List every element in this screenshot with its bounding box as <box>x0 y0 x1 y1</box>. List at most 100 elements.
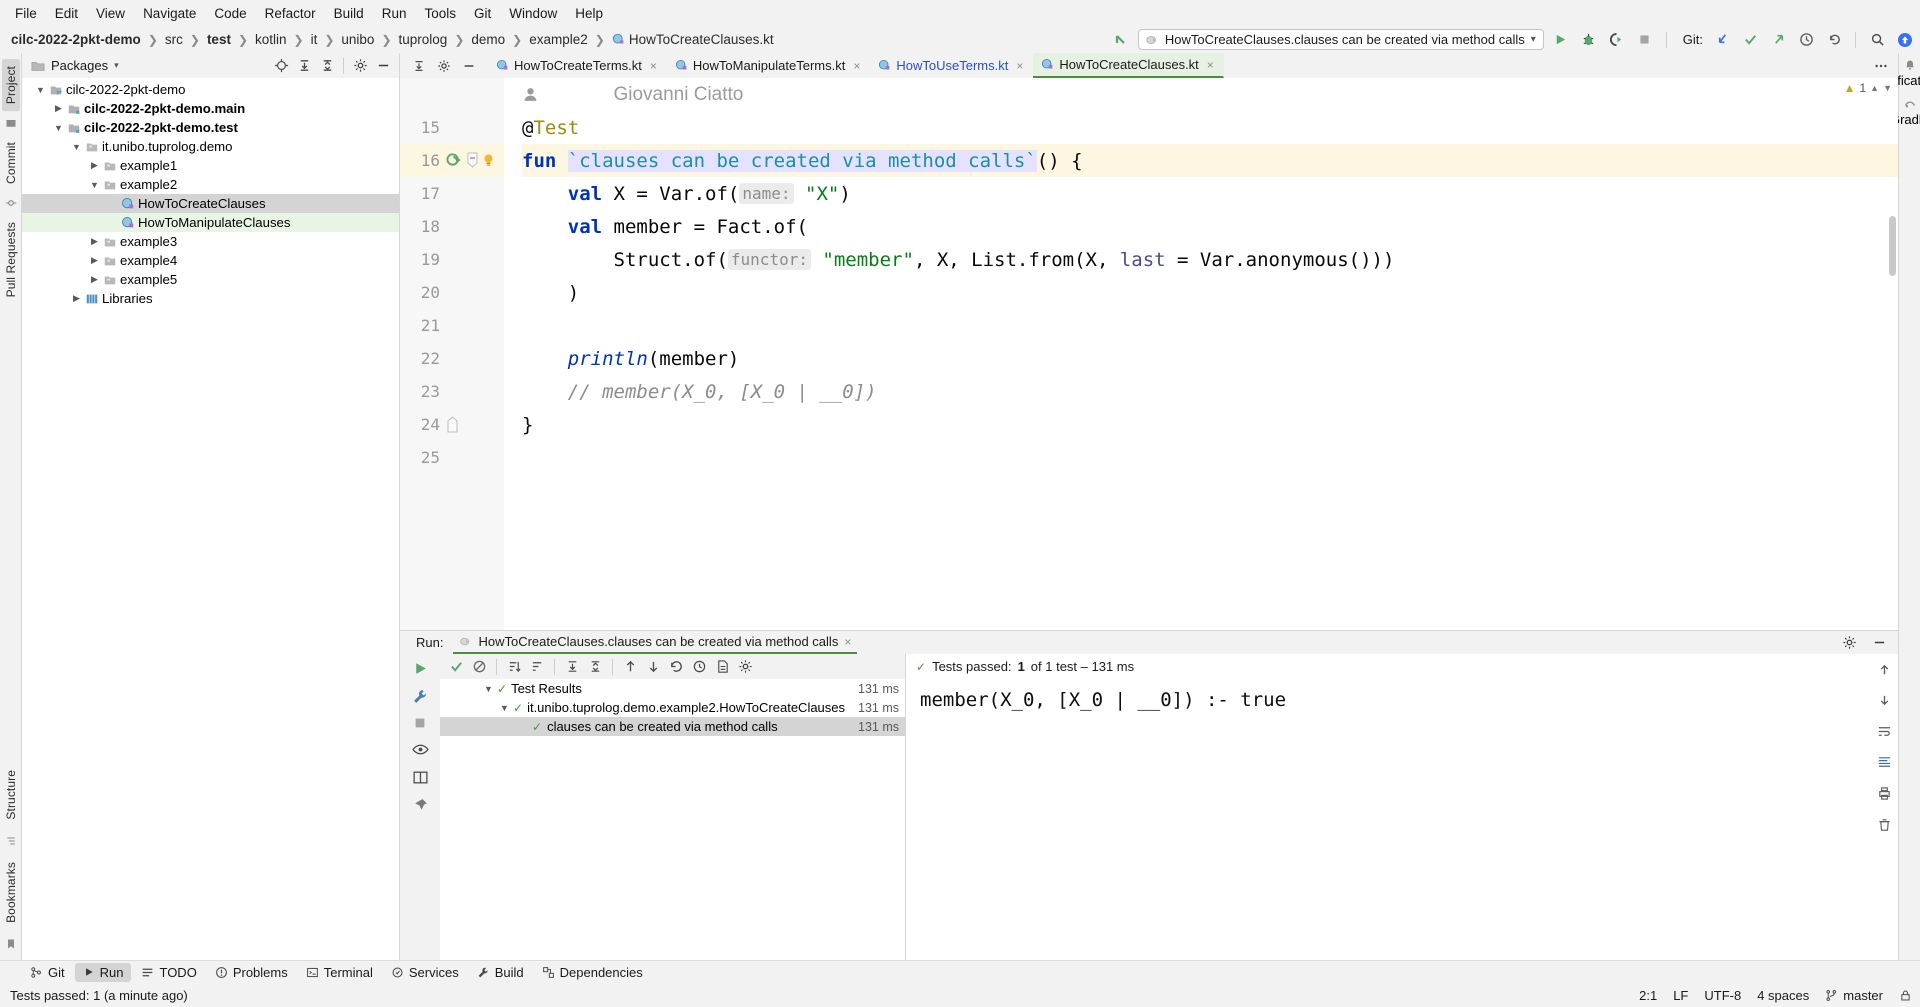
breadcrumb-item-it[interactable]: it <box>308 31 321 48</box>
chevron-down-icon[interactable]: ▼ <box>34 85 47 95</box>
tool-button-git[interactable]: Git <box>22 963 73 982</box>
hide-icon[interactable] <box>372 55 394 76</box>
notifications-icon[interactable] <box>1904 59 1916 71</box>
sidebar-item-pull-requests[interactable]: Pull Requests <box>2 215 20 304</box>
run-with-coverage-button[interactable] <box>1606 29 1628 50</box>
scroll-to-end-icon[interactable] <box>1877 755 1892 770</box>
menu-item-tools[interactable]: Tools <box>415 3 465 24</box>
tree-row[interactable]: ▶ example1 <box>22 156 399 175</box>
clear-all-icon[interactable] <box>1877 817 1892 832</box>
history-icon[interactable] <box>1795 29 1817 50</box>
test-row-results[interactable]: ▼ ✓ Test Results 131 ms <box>440 679 905 698</box>
soft-wrap-icon[interactable] <box>1877 724 1892 739</box>
editor-scrollbar[interactable] <box>1886 78 1898 630</box>
tree-row[interactable]: ▼ it.unibo.tuprolog.demo <box>22 137 399 156</box>
tool-button-terminal[interactable]: Terminal <box>298 963 381 982</box>
menu-item-build[interactable]: Build <box>325 3 373 24</box>
tree-row[interactable]: ▶ cilc-2022-2pkt-demo.main <box>22 99 399 118</box>
back-arrow-icon[interactable] <box>1110 29 1132 50</box>
bulb-icon[interactable] <box>482 153 495 168</box>
file-encoding[interactable]: UTF-8 <box>1704 988 1741 1003</box>
close-icon[interactable]: × <box>853 59 860 73</box>
chevron-up-icon[interactable]: ▲ <box>1870 83 1879 93</box>
stop-icon[interactable] <box>413 716 427 730</box>
menu-item-code[interactable]: Code <box>205 3 255 24</box>
fold-end-icon[interactable] <box>446 416 459 433</box>
expand-all-icon[interactable] <box>562 657 582 676</box>
chevron-right-icon[interactable]: ▶ <box>70 293 83 304</box>
breadcrumb-item-src[interactable]: src <box>162 31 186 48</box>
tree-row[interactable]: ▼ cilc-2022-2pkt-demo <box>22 80 399 99</box>
fold-icon[interactable] <box>466 152 479 169</box>
chevron-right-icon[interactable]: ▶ <box>88 274 101 285</box>
editor-scrollbar-thumb[interactable] <box>1889 216 1896 276</box>
tree-row[interactable]: ▶ example3 <box>22 232 399 251</box>
rerun-icon[interactable] <box>412 660 429 677</box>
history-icon[interactable] <box>689 657 709 676</box>
breadcrumb-item-unibo[interactable]: unibo <box>338 31 377 48</box>
sidebar-item-project[interactable]: Project <box>1 59 20 112</box>
rerun-failed-icon[interactable] <box>666 657 686 676</box>
chevron-down-icon[interactable]: ▼ <box>482 684 495 694</box>
menu-item-file[interactable]: File <box>6 3 46 24</box>
menu-item-git[interactable]: Git <box>465 3 500 24</box>
inspection-widget[interactable]: ▲ 1 ▲ ▼ <box>1844 81 1892 95</box>
menu-item-help[interactable]: Help <box>566 3 612 24</box>
tool-button-dependencies[interactable]: Dependencies <box>534 963 651 982</box>
sidebar-item-bookmarks[interactable]: Bookmarks <box>2 855 20 930</box>
breadcrumb-item-demo[interactable]: demo <box>468 31 508 48</box>
close-icon[interactable]: × <box>844 635 851 649</box>
sidebar-item-structure[interactable]: Structure <box>2 763 20 827</box>
commit-icon[interactable] <box>1739 29 1761 50</box>
chevron-down-icon[interactable]: ▼ <box>70 142 83 152</box>
settings-icon[interactable] <box>1838 632 1860 653</box>
menu-item-view[interactable]: View <box>87 3 134 24</box>
next-test-icon[interactable] <box>643 657 663 676</box>
chevron-down-icon[interactable]: ▾ <box>114 60 119 71</box>
prev-test-icon[interactable] <box>620 657 640 676</box>
run-button[interactable] <box>1550 29 1572 50</box>
wrench-icon[interactable] <box>412 688 429 705</box>
export-icon[interactable] <box>712 657 732 676</box>
run-test-gutter-icon[interactable] <box>446 152 463 169</box>
chevron-right-icon[interactable]: ▶ <box>88 255 101 266</box>
close-icon[interactable]: × <box>1016 59 1023 73</box>
test-tree[interactable]: ▼ ✓ Test Results 131 ms ▼ ✓ it.unibo.tup… <box>440 679 905 960</box>
caret-position[interactable]: 2:1 <box>1639 988 1657 1003</box>
run-tab[interactable]: HowToCreateClauses.clauses can be create… <box>453 631 858 654</box>
tool-button-problems[interactable]: Problems <box>207 963 296 982</box>
chevron-right-icon[interactable]: ▶ <box>88 160 101 171</box>
chevron-down-icon[interactable]: ▼ <box>88 180 101 190</box>
tree-row-how-to-manipulate-clauses[interactable]: HowToManipulateClauses <box>22 213 399 232</box>
chevron-down-icon[interactable]: ▼ <box>498 703 511 713</box>
collapse-all-icon[interactable] <box>585 657 605 676</box>
tree-row[interactable]: ▶ example5 <box>22 270 399 289</box>
editor-tab-how-to-create-clauses[interactable]: HowToCreateClauses.kt × <box>1033 53 1224 78</box>
stop-button[interactable] <box>1634 29 1656 50</box>
breadcrumb-item-file[interactable]: HowToCreateClauses.kt <box>609 31 777 48</box>
breadcrumb-item-example2[interactable]: example2 <box>526 31 591 48</box>
indent-size[interactable]: 4 spaces <box>1757 988 1809 1003</box>
menu-item-navigate[interactable]: Navigate <box>134 3 205 24</box>
breadcrumb-item-tuprolog[interactable]: tuprolog <box>396 31 451 48</box>
close-icon[interactable]: × <box>1207 58 1214 72</box>
code-editor[interactable]: 15 16 17 18 19 20 21 22 23 24 25 Giovann… <box>400 78 1898 630</box>
expand-all-icon[interactable] <box>293 55 315 76</box>
close-icon[interactable]: × <box>650 59 657 73</box>
sort-duration-icon[interactable] <box>527 657 547 676</box>
settings-icon[interactable] <box>735 657 755 676</box>
git-branch-widget[interactable]: master <box>1825 988 1883 1003</box>
layout-icon[interactable] <box>412 769 429 786</box>
hide-icon[interactable] <box>458 55 480 76</box>
scroll-down-icon[interactable] <box>1877 693 1892 708</box>
settings-icon[interactable] <box>349 55 371 76</box>
show-passed-icon[interactable] <box>446 657 466 676</box>
test-row-method[interactable]: ✓ clauses can be created via method call… <box>440 717 905 736</box>
breadcrumb-item-project[interactable]: cilc-2022-2pkt-demo <box>8 31 144 48</box>
rollback-icon[interactable] <box>1823 29 1845 50</box>
chevron-down-icon[interactable]: ▾ <box>1531 34 1536 45</box>
more-tabs-icon[interactable] <box>1870 55 1892 76</box>
editor-tab-how-to-manipulate-terms[interactable]: HowToManipulateTerms.kt × <box>667 53 870 78</box>
eye-icon[interactable] <box>411 741 429 758</box>
tool-button-services[interactable]: Services <box>383 963 467 982</box>
